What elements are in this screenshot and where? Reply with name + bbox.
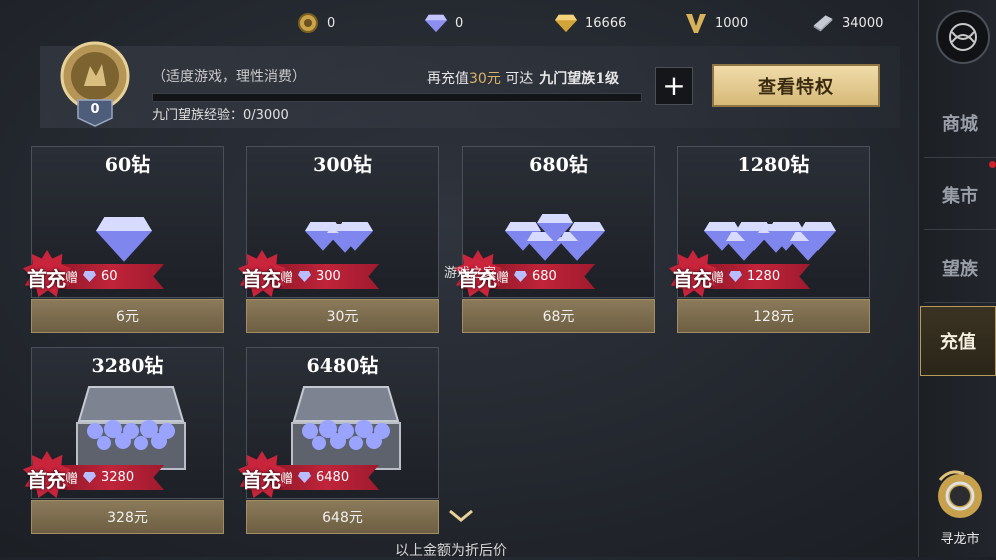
menu-logo-icon[interactable] bbox=[936, 10, 990, 64]
recharge-target-text: 再充值30元 可达 九门望族1级 bbox=[427, 68, 619, 88]
vip-level-badge[interactable]: 0 bbox=[56, 38, 134, 128]
currency-diamond: 0 bbox=[425, 10, 463, 36]
currency-value: 0 bbox=[455, 15, 464, 31]
diamond-chest-icon bbox=[291, 386, 401, 470]
plus-icon[interactable]: + bbox=[655, 67, 693, 105]
bonus-amount: 60 bbox=[101, 269, 118, 284]
recharge-card[interactable]: 6480钻 赠 6480 首充 648元 bbox=[238, 347, 439, 535]
card-title: 300钻 bbox=[313, 154, 372, 176]
currency-gold-diamond: 16666 bbox=[555, 10, 626, 36]
sidebar-item-clan[interactable]: 望族 bbox=[924, 233, 996, 303]
recharge-card[interactable]: 300钻 赠 300 首充 30元 bbox=[238, 146, 439, 334]
currency-value: 34000 bbox=[842, 15, 884, 31]
silver-ingot-icon bbox=[812, 12, 834, 34]
watermark: 游戏之家 bbox=[444, 266, 497, 281]
recharge-amount: 30元 bbox=[469, 71, 501, 87]
sidebar-item-shop[interactable]: 商城 bbox=[924, 88, 996, 158]
first-recharge-tag: 首充 bbox=[242, 468, 281, 492]
bonus-amount: 1280 bbox=[747, 269, 781, 284]
currency-gold-coin: 0 bbox=[297, 10, 335, 36]
first-recharge-tag: 首充 bbox=[673, 267, 712, 291]
chevron-down-icon[interactable] bbox=[448, 509, 474, 523]
diamond-icon bbox=[83, 271, 97, 282]
recharge-card[interactable]: 3280钻 赠 3280 首充 328元 bbox=[23, 347, 224, 535]
diamond-icon bbox=[298, 271, 312, 282]
recharge-target-level: 九门望族1级 bbox=[539, 71, 620, 87]
currency-value: 16666 bbox=[585, 15, 627, 31]
view-privileges-button[interactable]: 查看特权 bbox=[712, 64, 880, 107]
notification-dot bbox=[989, 161, 996, 168]
recharge-card[interactable]: 680钻 赠 680 首充 68元 bbox=[454, 146, 655, 334]
first-recharge-tag: 首充 bbox=[27, 468, 66, 492]
bonus-amount: 6480 bbox=[316, 470, 350, 485]
bonus-amount: 300 bbox=[316, 269, 341, 284]
price-button[interactable]: 6元 bbox=[31, 299, 224, 333]
discount-note: 以上金额为折后价 bbox=[395, 543, 507, 559]
price-button[interactable]: 68元 bbox=[462, 299, 655, 333]
recharge-card[interactable]: 60钻 赠 60 首充 6元 bbox=[23, 146, 224, 334]
recharge-prefix: 再充值 bbox=[427, 71, 469, 87]
gold-coin-icon bbox=[297, 12, 319, 34]
diamond-icon bbox=[83, 472, 97, 483]
card-title: 680钻 bbox=[529, 154, 588, 176]
price-button[interactable]: 648元 bbox=[246, 500, 439, 534]
card-title: 3280钻 bbox=[91, 355, 164, 377]
recharge-card[interactable]: 1280钻 赠 1280 首充 128元 bbox=[669, 146, 870, 334]
currency-v-token: 1000 bbox=[685, 10, 748, 36]
recharge-middle: 可达 bbox=[500, 71, 534, 87]
price-button[interactable]: 128元 bbox=[677, 299, 870, 333]
sidebar-item-market[interactable]: 集市 bbox=[924, 160, 996, 230]
diamond-icon bbox=[425, 12, 447, 34]
card-title: 60钻 bbox=[104, 154, 151, 176]
moderation-hint: （适度游戏，理性消费） bbox=[152, 69, 306, 85]
diamond-icon bbox=[729, 271, 743, 282]
vip-exp-progress-bar bbox=[152, 93, 642, 102]
bonus-amount: 680 bbox=[532, 269, 557, 284]
diamond-chest-icon bbox=[76, 386, 186, 470]
card-title: 6480钻 bbox=[306, 355, 379, 377]
price-button[interactable]: 30元 bbox=[246, 299, 439, 333]
diamond-icon bbox=[298, 472, 312, 483]
sidebar-item-recharge[interactable]: 充值 bbox=[920, 306, 996, 376]
badge-level-number: 0 bbox=[90, 102, 100, 117]
first-recharge-tag: 首充 bbox=[27, 267, 66, 291]
card-title: 1280钻 bbox=[737, 154, 810, 176]
price-button[interactable]: 328元 bbox=[31, 500, 224, 534]
currency-silver-ingot: 34000 bbox=[812, 10, 883, 36]
first-recharge-tag: 首充 bbox=[242, 267, 281, 291]
currency-value: 1000 bbox=[715, 15, 749, 31]
bonus-amount: 3280 bbox=[101, 470, 135, 485]
v-token-icon bbox=[685, 12, 707, 34]
dragon-market-icon[interactable] bbox=[930, 466, 990, 526]
vip-exp-label: 九门望族经验：0/3000 bbox=[152, 108, 289, 123]
currency-value: 0 bbox=[327, 15, 336, 31]
diamond-icon bbox=[514, 271, 528, 282]
dragon-market-label[interactable]: 寻龙市 bbox=[930, 528, 990, 547]
gold-diamond-icon bbox=[555, 12, 577, 34]
